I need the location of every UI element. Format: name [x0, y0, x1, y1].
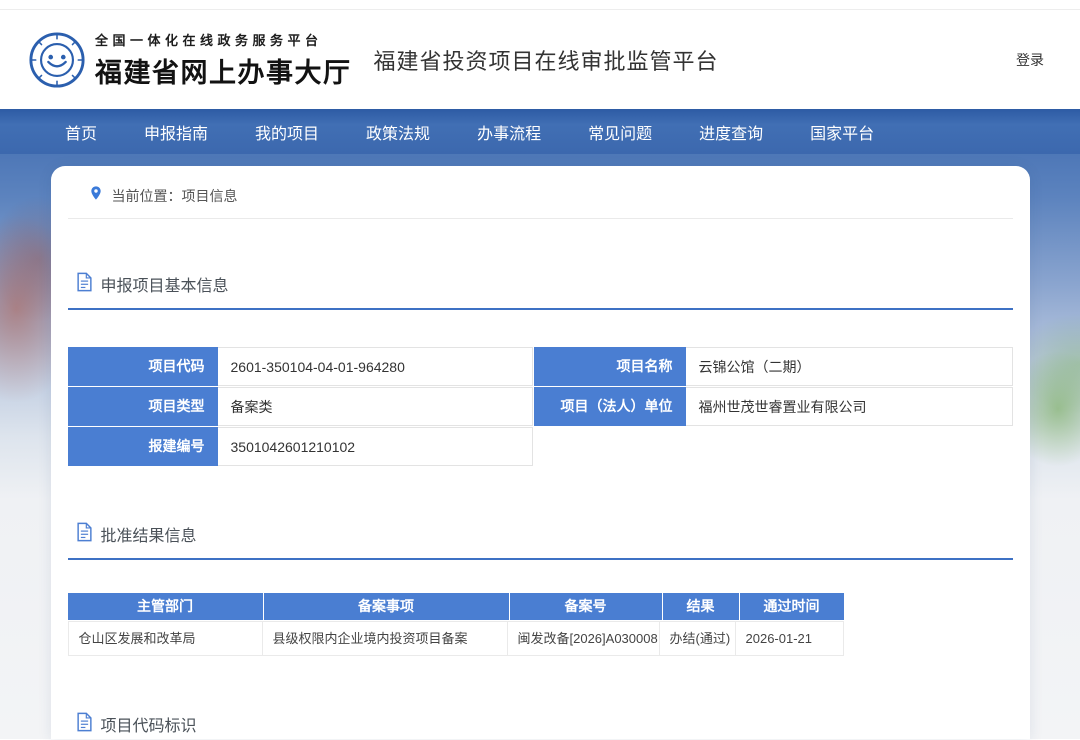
column-header-pass-date: 通过时间	[740, 593, 844, 620]
field-label-project-name: 项目名称	[534, 347, 686, 386]
cell-pass-date: 2026-01-21	[736, 622, 843, 655]
logo-site-name: 福建省网上办事大厅	[95, 51, 352, 90]
login-button[interactable]: 登录	[1016, 50, 1044, 70]
field-value-project-code: 2601-350104-04-01-964280	[218, 347, 533, 386]
column-header-filing-item: 备案事项	[264, 593, 509, 620]
field-label-filing-number: 报建编号	[68, 427, 218, 466]
location-pin-icon	[88, 185, 104, 206]
section-approval-header: 批准结果信息	[76, 522, 1013, 547]
nav-item-policies[interactable]: 政策法规	[366, 120, 430, 144]
column-header-department: 主管部门	[68, 593, 263, 620]
field-value-project-name: 云锦公馆（二期）	[686, 347, 1013, 386]
content-card: 当前位置：项目信息 申报项目基本信息	[51, 166, 1030, 739]
table-header-row: 主管部门 备案事项 备案号 结果 通过时间	[68, 593, 844, 620]
table-row: 项目类型 备案类 项目（法人）单位 福州世茂世睿置业有限公司	[68, 387, 1013, 426]
document-icon	[76, 522, 93, 547]
breadcrumb-label: 当前位置：项目信息	[112, 186, 238, 206]
nav-item-declare-guide[interactable]: 申报指南	[144, 120, 208, 144]
cell-department: 仓山区发展和改革局	[69, 622, 263, 655]
nav-item-process[interactable]: 办事流程	[477, 120, 541, 144]
cell-filing-no: 闽发改备[2026]A030008	[508, 622, 660, 655]
approval-results-table: 主管部门 备案事项 备案号 结果 通过时间 仓山区发展和改革局 县级权限内企业境…	[68, 593, 844, 656]
section-basic-info: 申报项目基本信息 项目代码 2601-350104-04-01-964280 项…	[68, 272, 1013, 466]
nav-item-national-platform[interactable]: 国家平台	[810, 120, 874, 144]
field-label-project-code: 项目代码	[68, 347, 218, 386]
basic-info-table: 项目代码 2601-350104-04-01-964280 项目名称 云锦公馆（…	[68, 347, 1013, 466]
section-underline	[68, 558, 1013, 560]
nav-item-my-projects[interactable]: 我的项目	[255, 120, 319, 144]
table-row: 报建编号 3501042601210102	[68, 427, 1013, 466]
column-header-filing-no: 备案号	[510, 593, 662, 620]
cell-result: 办结(通过)	[660, 622, 736, 655]
section-approval-results: 批准结果信息 主管部门 备案事项 备案号 结果 通过时间 仓山区发展和改革局 县…	[68, 522, 1013, 656]
platform-title: 福建省投资项目在线审批监管平台	[374, 44, 719, 76]
section-underline	[68, 308, 1013, 310]
site-logo[interactable]: 全国一体化在线政务服务平台 福建省网上办事大厅	[28, 30, 352, 90]
site-header: 全国一体化在线政务服务平台 福建省网上办事大厅 福建省投资项目在线审批监管平台 …	[0, 10, 1080, 109]
table-row: 项目代码 2601-350104-04-01-964280 项目名称 云锦公馆（…	[68, 347, 1013, 386]
nav-item-progress-query[interactable]: 进度查询	[699, 120, 763, 144]
page-background-banner: 首页 申报指南 我的项目 政策法规 办事流程 常见问题 进度查询 国家平台 当前…	[0, 109, 1080, 739]
main-navigation: 首页 申报指南 我的项目 政策法规 办事流程 常见问题 进度查询 国家平台	[0, 109, 1080, 154]
logo-tagline: 全国一体化在线政务服务平台	[95, 30, 352, 49]
breadcrumb: 当前位置：项目信息	[68, 166, 1013, 218]
field-label-legal-entity: 项目（法人）单位	[534, 387, 686, 426]
field-value-legal-entity: 福州世茂世睿置业有限公司	[686, 387, 1013, 426]
table-row: 仓山区发展和改革局 县级权限内企业境内投资项目备案 闽发改备[2026]A030…	[68, 621, 844, 656]
cell-filing-item: 县级权限内企业境内投资项目备案	[263, 622, 508, 655]
section-title: 批准结果信息	[101, 527, 197, 547]
section-basic-header: 申报项目基本信息	[76, 272, 1013, 297]
page-top-divider	[0, 0, 1080, 10]
nav-item-home[interactable]: 首页	[65, 120, 97, 144]
section-title: 申报项目基本信息	[101, 277, 229, 297]
field-value-filing-number: 3501042601210102	[218, 427, 533, 466]
document-icon	[76, 712, 93, 737]
field-value-project-type: 备案类	[218, 387, 533, 426]
document-icon	[76, 272, 93, 297]
column-header-result: 结果	[663, 593, 739, 620]
nav-item-faq[interactable]: 常见问题	[588, 120, 652, 144]
section-code-header: 项目代码标识	[76, 712, 1013, 737]
empty-cell	[533, 427, 1013, 466]
breadcrumb-divider	[68, 218, 1013, 219]
fujian-portal-emblem-icon	[28, 31, 86, 89]
field-label-project-type: 项目类型	[68, 387, 218, 426]
section-title: 项目代码标识	[101, 717, 197, 737]
section-project-code-mark: 项目代码标识	[68, 712, 1013, 740]
logo-text: 全国一体化在线政务服务平台 福建省网上办事大厅	[95, 30, 352, 90]
